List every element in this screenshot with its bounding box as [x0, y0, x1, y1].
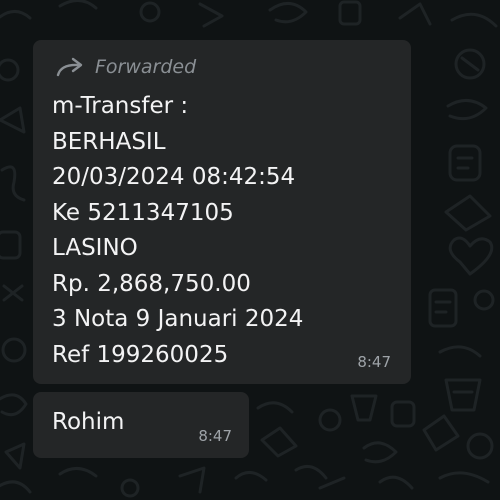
message-line: LASINO — [52, 235, 138, 261]
message-timestamp: 8:47 — [198, 427, 232, 445]
message-line: Ke 5211347105 — [52, 199, 234, 226]
message-text: m-Transfer : BERHASIL 20/03/2024 08:42:5… — [52, 89, 402, 373]
forwarded-message-bubble[interactable]: Forwarded m-Transfer : BERHASIL 20/03/20… — [33, 40, 411, 384]
chat-background: Forwarded m-Transfer : BERHASIL 20/03/20… — [0, 0, 500, 500]
message-line: Ref 199260025 — [52, 341, 229, 368]
forward-arrow-icon — [56, 57, 83, 77]
forwarded-label: Forwarded — [95, 56, 197, 78]
message-line: 3 Nota 9 Januari 2024 — [52, 306, 304, 332]
message-line: m-Transfer : — [52, 93, 189, 119]
message-line: Rp. 2,868,750.00 — [52, 270, 251, 297]
message-line: 20/03/2024 08:42:54 — [52, 164, 296, 190]
message-timestamp: 8:47 — [357, 353, 391, 371]
message-line: BERHASIL — [52, 128, 166, 155]
message-bubble[interactable]: Rohim 8:47 — [33, 392, 249, 458]
forwarded-indicator: Forwarded — [55, 54, 196, 80]
message-text: Rohim — [52, 409, 125, 435]
